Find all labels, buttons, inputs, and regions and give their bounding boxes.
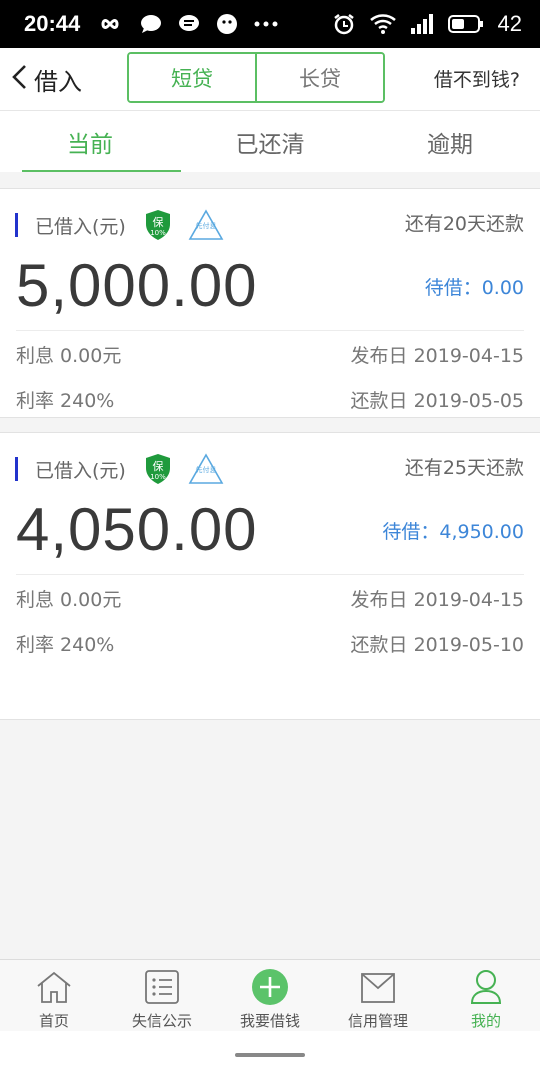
due-countdown: 还有25天还款 bbox=[404, 457, 524, 479]
infinity-icon bbox=[96, 16, 124, 32]
tab-overdue[interactable]: 逾期 bbox=[360, 111, 540, 172]
due-countdown: 还有20天还款 bbox=[404, 213, 524, 235]
rate-text: 利率 240% bbox=[16, 634, 115, 656]
cannot-borrow-link[interactable]: 借不到钱? bbox=[434, 65, 520, 92]
tabbar-borrow[interactable]: 我要借钱 bbox=[216, 960, 324, 1031]
prepay-interest-icon: 先付息 bbox=[188, 453, 224, 485]
tabbar-credit-management[interactable]: 信用管理 bbox=[324, 960, 432, 1031]
interest-text: 利息 0.00元 bbox=[16, 589, 122, 611]
bottom-tab-bar: 首页 失信公示 我要借钱 信用管理 我的 bbox=[0, 959, 540, 1031]
tabbar-label: 信用管理 bbox=[347, 1012, 408, 1030]
repay-date: 还款日 2019-05-10 bbox=[350, 634, 524, 656]
tabbar-label: 我的 bbox=[470, 1012, 501, 1030]
segment-long-loan[interactable]: 长贷 bbox=[255, 54, 383, 101]
battery-percent: 42 bbox=[497, 11, 522, 36]
message-icon bbox=[178, 14, 200, 34]
back-button[interactable]: 借入 bbox=[10, 62, 82, 96]
status-tabs: 当前 已还清 逾期 bbox=[0, 110, 540, 172]
status-time: 20:44 bbox=[24, 11, 81, 36]
borrowed-amount: 5,000.00 bbox=[16, 252, 258, 319]
battery-icon bbox=[447, 14, 484, 34]
tabbar-label: 失信公示 bbox=[131, 1012, 192, 1030]
guarantee-shield-icon: 保 10% bbox=[144, 453, 172, 485]
tab-current[interactable]: 当前 bbox=[0, 111, 181, 172]
borrowed-amount: 4,050.00 bbox=[16, 496, 258, 563]
header: 借入 短贷 长贷 借不到钱? bbox=[0, 48, 540, 110]
home-icon bbox=[34, 968, 74, 1006]
alarm-icon bbox=[332, 12, 356, 36]
plus-circle-icon bbox=[250, 968, 290, 1006]
publish-date: 发布日 2019-04-15 bbox=[350, 345, 524, 367]
person-icon bbox=[466, 968, 506, 1006]
system-nav-bar bbox=[0, 1031, 540, 1080]
segment-short-loan[interactable]: 短贷 bbox=[129, 54, 255, 101]
card-marker bbox=[15, 213, 18, 237]
loan-card[interactable]: 已借入(元) 保 10% 先付息 还有20天还款 5,000.00 待借：0.0… bbox=[0, 188, 540, 418]
more-icon bbox=[254, 21, 278, 27]
chevron-left-icon bbox=[10, 63, 28, 95]
rate-text: 利率 240% bbox=[16, 390, 115, 412]
svg-text:保: 保 bbox=[152, 459, 163, 473]
publish-date: 发布日 2019-04-15 bbox=[350, 589, 524, 611]
tabbar-mine[interactable]: 我的 bbox=[432, 960, 540, 1031]
tabbar-dishonesty-list[interactable]: 失信公示 bbox=[108, 960, 216, 1031]
repay-date: 还款日 2019-05-05 bbox=[350, 390, 524, 412]
interest-text: 利息 0.00元 bbox=[16, 345, 122, 367]
divider bbox=[16, 330, 524, 331]
svg-text:10%: 10% bbox=[150, 229, 166, 237]
smiley-icon bbox=[216, 13, 238, 35]
list-icon bbox=[142, 968, 182, 1006]
svg-text:先付息: 先付息 bbox=[195, 465, 216, 474]
divider bbox=[16, 574, 524, 575]
guarantee-shield-icon: 保 10% bbox=[144, 209, 172, 241]
svg-text:10%: 10% bbox=[150, 473, 166, 481]
status-bar: 20:44 42 bbox=[0, 0, 540, 48]
borrowed-label: 已借入(元) bbox=[35, 459, 126, 482]
borrowed-label: 已借入(元) bbox=[35, 215, 126, 238]
svg-text:先付息: 先付息 bbox=[195, 221, 216, 230]
tabbar-label: 首页 bbox=[38, 1012, 69, 1030]
loan-type-segment: 短贷 长贷 bbox=[127, 52, 385, 103]
prepay-interest-icon: 先付息 bbox=[188, 209, 224, 241]
loan-card[interactable]: 已借入(元) 保 10% 先付息 还有25天还款 4,050.00 待借：4,9… bbox=[0, 432, 540, 720]
tab-paid-off[interactable]: 已还清 bbox=[180, 111, 360, 172]
card-marker bbox=[15, 457, 18, 481]
signal-icon bbox=[410, 13, 434, 35]
tabbar-label: 我要借钱 bbox=[239, 1012, 300, 1030]
pending-amount: 待借：4,950.00 bbox=[382, 521, 524, 543]
inbox-icon bbox=[358, 968, 398, 1006]
svg-text:保: 保 bbox=[152, 215, 163, 229]
page-title: 借入 bbox=[34, 67, 82, 96]
tabbar-home[interactable]: 首页 bbox=[0, 960, 108, 1031]
chat-bubble-icon bbox=[140, 14, 162, 34]
home-indicator[interactable] bbox=[235, 1053, 305, 1057]
pending-amount: 待借：0.00 bbox=[424, 277, 524, 299]
wifi-icon bbox=[369, 13, 396, 35]
